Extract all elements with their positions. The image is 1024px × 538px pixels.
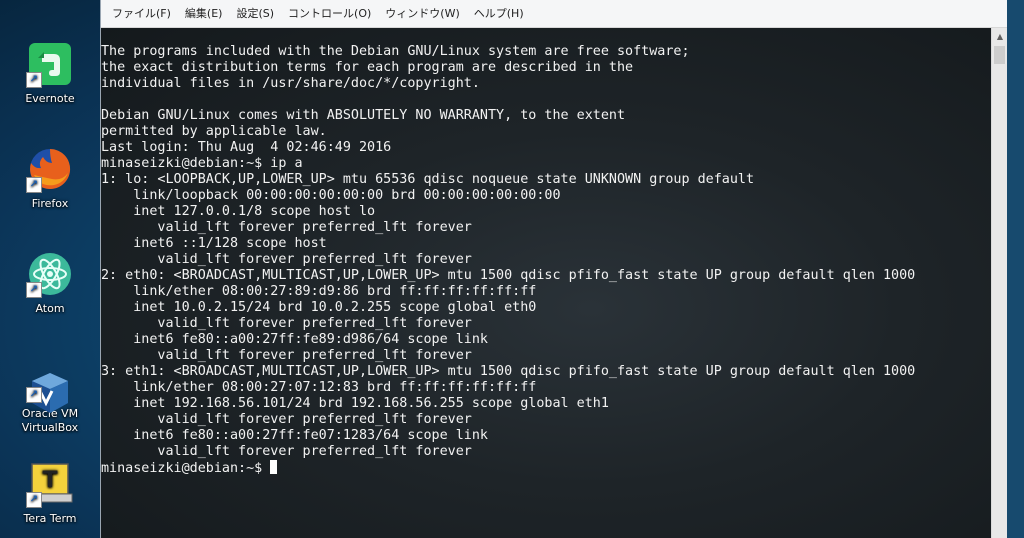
scroll-thumb[interactable] [994, 46, 1005, 64]
terminal-line: Debian GNU/Linux comes with ABSOLUTELY N… [101, 108, 626, 123]
desktop-icon-label: Tera Term [23, 512, 77, 525]
terminal-line: The programs included with the Debian GN… [101, 44, 690, 59]
terminal-output: The programs included with the Debian GN… [101, 44, 915, 477]
terminal-line: valid_lft forever preferred_lft forever [101, 412, 472, 427]
terminal-line: link/ether 08:00:27:07:12:83 brd ff:ff:f… [101, 380, 537, 395]
terminal-cursor [270, 460, 278, 474]
scroll-up-arrow-icon[interactable]: ▲ [992, 28, 1008, 45]
terminal-area[interactable]: The programs included with the Debian GN… [101, 28, 991, 538]
vertical-scrollbar[interactable]: ▲ [991, 28, 1007, 538]
desktop-icon-virtualbox[interactable]: ↗ Oracle VM VirtualBox [0, 355, 100, 435]
terminal-line: 3: eth1: <BROADCAST,MULTICAST,UP,LOWER_U… [101, 364, 916, 379]
terminal-line: Last login: Thu Aug 4 02:46:49 2016 [101, 140, 392, 155]
terminal-line: inet 127.0.0.1/8 scope host lo [101, 204, 376, 219]
svg-text:T: T [42, 468, 57, 493]
terminal-line: inet 192.168.56.101/24 brd 192.168.56.25… [101, 396, 609, 411]
firefox-icon: ↗ [26, 145, 74, 193]
virtualbox-icon: ↗ [26, 355, 74, 413]
desktop-icon-label: Firefox [31, 197, 69, 210]
terminal-prompt: minaseizki@debian:~$ [101, 461, 271, 476]
terminal-line: the exact distribution terms for each pr… [101, 60, 634, 75]
shortcut-arrow-icon: ↗ [26, 72, 42, 88]
terminal-prompt-line: minaseizki@debian:~$ [101, 460, 915, 477]
terminal-line: link/loopback 00:00:00:00:00:00 brd 00:0… [101, 188, 561, 203]
terminal-line: inet6 fe80::a00:27ff:fe89:d986/64 scope … [101, 332, 488, 347]
terminal-line: inet6 ::1/128 scope host [101, 236, 327, 251]
terminal-line: valid_lft forever preferred_lft forever [101, 252, 472, 267]
menu-setup[interactable]: 設定(S) [229, 0, 281, 28]
teraterm-icon: T ↗ [26, 460, 74, 508]
shortcut-arrow-icon: ↗ [26, 177, 42, 193]
terminal-line: minaseizki@debian:~$ ip a [101, 156, 303, 171]
terminal-line: inet6 fe80::a00:27ff:fe07:1283/64 scope … [101, 428, 488, 443]
menu-help[interactable]: ヘルプ(H) [467, 0, 531, 28]
terminal-line: valid_lft forever preferred_lft forever [101, 316, 472, 331]
desktop-icon-evernote[interactable]: ↗ Evernote [0, 40, 100, 106]
desktop-background-edge [1007, 0, 1024, 538]
desktop-icon-firefox[interactable]: ↗ Firefox [0, 145, 100, 211]
menu-control[interactable]: コントロール(O) [281, 0, 378, 28]
terminal-line: permitted by applicable law. [101, 124, 327, 139]
desktop-icon-atom[interactable]: ↗ Atom [0, 250, 100, 316]
evernote-icon: ↗ [26, 40, 74, 88]
terminal-line: 2: eth0: <BROADCAST,MULTICAST,UP,LOWER_U… [101, 268, 916, 283]
shortcut-arrow-icon: ↗ [26, 492, 42, 508]
shortcut-arrow-icon: ↗ [26, 387, 42, 403]
atom-icon: ↗ [26, 250, 74, 298]
menu-edit[interactable]: 編集(E) [178, 0, 230, 28]
desktop-icon-label: Evernote [25, 92, 75, 105]
menu-file[interactable]: ファイル(F) [105, 0, 178, 28]
terminal-window: ファイル(F) 編集(E) 設定(S) コントロール(O) ウィンドウ(W) ヘ… [100, 0, 1008, 538]
desktop-icon-teraterm[interactable]: T ↗ Tera Term [0, 460, 100, 526]
terminal-line: individual files in /usr/share/doc/*/cop… [101, 76, 480, 91]
terminal-line: valid_lft forever preferred_lft forever [101, 220, 472, 235]
terminal-line: 1: lo: <LOOPBACK,UP,LOWER_UP> mtu 65536 … [101, 172, 755, 187]
menu-bar: ファイル(F) 編集(E) 設定(S) コントロール(O) ウィンドウ(W) ヘ… [101, 0, 1007, 28]
terminal-line: inet 10.0.2.15/24 brd 10.0.2.255 scope g… [101, 300, 537, 315]
terminal-line: link/ether 08:00:27:89:d9:86 brd ff:ff:f… [101, 284, 537, 299]
terminal-line: valid_lft forever preferred_lft forever [101, 444, 472, 459]
menu-window[interactable]: ウィンドウ(W) [378, 0, 466, 28]
desktop-icon-label: Atom [35, 302, 65, 315]
terminal-line: valid_lft forever preferred_lft forever [101, 348, 472, 363]
shortcut-arrow-icon: ↗ [26, 282, 42, 298]
